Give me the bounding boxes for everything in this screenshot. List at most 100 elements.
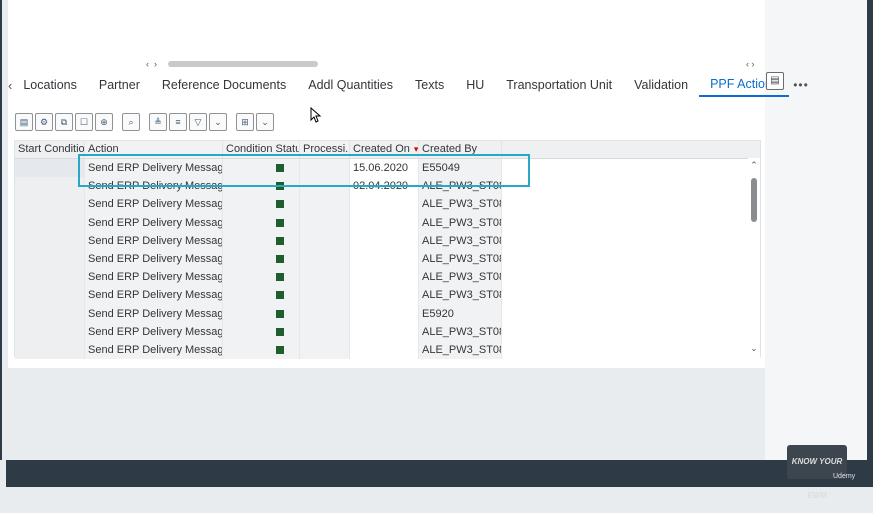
status-green-icon <box>276 309 284 318</box>
scroll-down-icon[interactable]: ⌄ <box>748 343 760 354</box>
zoom-icon[interactable]: ⌕ <box>122 113 140 131</box>
expand-icon[interactable]: ⊕ <box>95 113 113 131</box>
scroll-thumb[interactable] <box>168 61 318 67</box>
table-row[interactable]: Send ERP Delivery Messages ALE_PW3_ST08 <box>15 231 760 250</box>
start-condition-cell[interactable] <box>15 340 85 360</box>
vertical-scrollbar[interactable]: ⌃ ⌄ <box>748 158 760 356</box>
chevron-down-icon[interactable]: ⌄ <box>256 113 274 131</box>
udemy-watermark: Udemy <box>833 473 856 480</box>
tab-overflow-icon[interactable]: ••• <box>789 78 813 92</box>
created-on-cell <box>350 322 419 341</box>
horizontal-scrollbar[interactable]: ‹ › ‹ › <box>8 58 765 70</box>
created-on-cell <box>350 195 419 214</box>
start-condition-cell[interactable] <box>15 177 85 196</box>
start-condition-cell[interactable] <box>15 159 85 178</box>
action-cell: Send ERP Delivery Messages <box>85 340 223 360</box>
created-by-cell: ALE_PW3_ST08 <box>419 249 502 269</box>
tab-list-menu-button[interactable]: ▤ <box>766 72 784 90</box>
filler-cell <box>502 195 760 214</box>
start-condition-cell[interactable] <box>15 231 85 250</box>
created-by-cell: ALE_PW3_ST08 <box>419 340 502 360</box>
condition-status-cell <box>223 213 300 232</box>
filler-cell <box>502 268 760 287</box>
grid-toolbar: ▤ ⚙ ⧉ ☐ ⊕ ⌕ ≜ ≡ ▽ ⌄ ⊞ ⌄ <box>15 112 274 132</box>
col-start-condition[interactable]: Start Condition <box>15 141 85 158</box>
scroll-right-icon[interactable]: › <box>154 58 157 70</box>
start-condition-cell[interactable] <box>15 213 85 232</box>
created-by-cell: ALE_PW3_ST08 <box>419 322 502 341</box>
created-on-cell <box>350 304 419 323</box>
processing-cell <box>300 213 350 232</box>
condition-status-cell <box>223 268 300 287</box>
tab-hu[interactable]: HU <box>455 72 495 98</box>
table-row[interactable]: Send ERP Delivery Messages ALE_PW3_ST08 <box>15 268 760 287</box>
tab-transportation-unit[interactable]: Transportation Unit <box>495 72 623 98</box>
tab-locations[interactable]: Locations <box>12 72 88 98</box>
created-by-cell: ALE_PW3_ST08 <box>419 213 502 232</box>
scroll-page-arrows[interactable]: ‹ › <box>746 58 755 70</box>
right-side-area <box>765 0 867 460</box>
table-row[interactable]: Send ERP Delivery Messages ALE_PW3_ST08 <box>15 286 760 305</box>
execute-icon[interactable]: ⚙ <box>35 113 53 131</box>
processing-cell <box>300 304 350 323</box>
filler-cell <box>502 177 760 196</box>
filler-cell <box>502 231 760 250</box>
details-icon[interactable]: ▤ <box>15 113 33 131</box>
sort-indicator-icon: ▾ <box>413 144 419 154</box>
start-condition-cell[interactable] <box>15 286 85 305</box>
action-cell: Send ERP Delivery Messages <box>85 249 223 269</box>
window-frame-left <box>0 0 2 460</box>
created-on-cell <box>350 249 419 269</box>
tab-addl-quantities[interactable]: Addl Quantities <box>297 72 404 98</box>
condition-status-cell <box>223 195 300 214</box>
tab-texts[interactable]: Texts <box>404 72 455 98</box>
table-row[interactable]: Send ERP Delivery Messages E5920 <box>15 304 760 323</box>
tab-partner[interactable]: Partner <box>88 72 151 98</box>
filler-cell <box>502 340 760 360</box>
chevron-down-icon[interactable]: ⌄ <box>209 113 227 131</box>
vertical-scroll-thumb[interactable] <box>751 178 757 222</box>
select-all-icon[interactable]: ☐ <box>75 113 93 131</box>
table-row[interactable]: Send ERP Delivery Messages ALE_PW3_ST08 <box>15 322 760 341</box>
filler-cell <box>502 213 760 232</box>
start-condition-cell[interactable] <box>15 304 85 323</box>
start-condition-cell[interactable] <box>15 249 85 269</box>
processing-cell <box>300 231 350 250</box>
sort-asc-icon[interactable]: ≜ <box>149 113 167 131</box>
status-green-icon <box>276 200 284 209</box>
filler-cell <box>502 159 760 178</box>
created-on-cell <box>350 268 419 287</box>
condition-status-cell <box>223 231 300 250</box>
start-condition-cell[interactable] <box>15 268 85 287</box>
table-row[interactable]: Send ERP Delivery Messages ALE_PW3_ST08 <box>15 213 760 232</box>
scroll-up-icon[interactable]: ⌃ <box>748 160 760 171</box>
action-cell: Send ERP Delivery Messages <box>85 213 223 232</box>
highlight-annotation <box>78 154 530 187</box>
status-green-icon <box>276 345 284 354</box>
filter-icon[interactable]: ▽ <box>189 113 207 131</box>
action-cell: Send ERP Delivery Messages <box>85 195 223 214</box>
start-condition-cell[interactable] <box>15 322 85 341</box>
table-row[interactable]: Send ERP Delivery Messages ALE_PW3_ST08 <box>15 249 760 269</box>
start-condition-cell[interactable] <box>15 195 85 214</box>
table-row[interactable]: Send ERP Delivery Messages ALE_PW3_ST08 <box>15 340 760 360</box>
filler-cell <box>502 286 760 305</box>
copy-icon[interactable]: ⧉ <box>55 113 73 131</box>
created-by-cell: ALE_PW3_ST08 <box>419 286 502 305</box>
filler-cell <box>502 249 760 269</box>
processing-cell <box>300 268 350 287</box>
sort-desc-icon[interactable]: ≡ <box>169 113 187 131</box>
tab-strip: ‹ Locations Partner Reference Documents Add… <box>8 72 808 98</box>
tab-reference-documents[interactable]: Reference Documents <box>151 72 297 98</box>
scroll-left-icon[interactable]: ‹ <box>146 58 149 70</box>
status-green-icon <box>276 236 284 245</box>
created-on-cell <box>350 340 419 360</box>
action-cell: Send ERP Delivery Messages <box>85 322 223 341</box>
filler-cell <box>502 322 760 341</box>
condition-status-cell <box>223 340 300 360</box>
export-icon[interactable]: ⊞ <box>236 113 254 131</box>
tab-validation[interactable]: Validation <box>623 72 699 98</box>
table-row[interactable]: Send ERP Delivery Messages ALE_PW3_ST08 <box>15 195 760 214</box>
created-by-cell: ALE_PW3_ST08 <box>419 231 502 250</box>
processing-cell <box>300 195 350 214</box>
